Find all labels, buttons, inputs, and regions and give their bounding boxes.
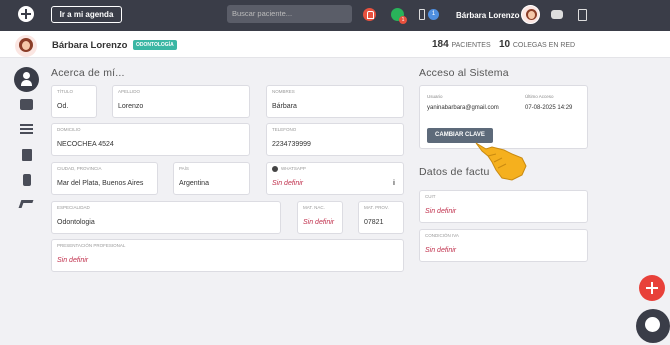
info-icon[interactable]: i xyxy=(393,180,395,187)
field-label: CIUDAD, PROVINCIA xyxy=(57,166,102,171)
list-icon[interactable] xyxy=(20,124,33,134)
profile-avatar xyxy=(15,35,37,57)
field-value: Sin definir xyxy=(272,180,304,187)
patients-count: 184 xyxy=(432,39,449,50)
field-value: 2234739999 xyxy=(272,141,311,148)
field-label: DOMICILIO xyxy=(57,127,81,132)
field-value: Bárbara xyxy=(272,103,297,110)
field-value: Sin definir xyxy=(425,247,457,254)
field-label: APELLIDO xyxy=(118,89,141,94)
whatsapp-badge: 1 xyxy=(399,16,407,24)
notification-badge: 1 xyxy=(428,9,439,20)
field-value: Lorenzo xyxy=(118,103,144,110)
top-bar: Ir a mi agenda Buscar paciente... 1 1 Bá… xyxy=(0,0,670,31)
field-label: MAT. NAC. xyxy=(303,205,325,210)
titulo-field[interactable]: TÍTULO Od. xyxy=(51,85,97,118)
colleagues-count: 10 xyxy=(498,39,511,50)
chat-support-button[interactable] xyxy=(636,309,670,343)
specialty-badge: ODONTOLOGÍA xyxy=(133,40,177,50)
whatsapp-field[interactable]: WHATSAPP Sin definir i xyxy=(266,162,404,195)
field-value: Od. xyxy=(57,103,69,110)
field-value: Argentina xyxy=(179,180,209,187)
field-label: CONDICIÓN IVA xyxy=(425,233,459,238)
field-label-wrap: WHATSAPP xyxy=(272,166,306,172)
field-label: NOMBRES xyxy=(272,89,295,94)
whatsapp-small-icon xyxy=(272,166,278,172)
apellido-field[interactable]: APELLIDO Lorenzo xyxy=(112,85,250,118)
user-icon[interactable] xyxy=(14,67,39,92)
about-title: Acerca de mí... xyxy=(51,67,125,79)
ciudad-field[interactable]: CIUDAD, PROVINCIA Mar del Plata, Buenos … xyxy=(51,162,158,195)
mat-nac-field[interactable]: MAT. NAC. Sin definir xyxy=(297,201,343,234)
field-label: CUIT xyxy=(425,194,436,199)
mat-prov-field[interactable]: MAT. PROV. 07821 xyxy=(358,201,404,234)
profile-name: Bárbara Lorenzo xyxy=(52,40,128,51)
patients-label: PACIENTES xyxy=(451,42,491,49)
field-value: Sin definir xyxy=(425,208,457,215)
colleagues-label: COLEGAS EN RED xyxy=(512,42,576,49)
field-value: NECOCHEA 4524 xyxy=(57,141,114,148)
last-access-value: 07-08-2025 14:29 xyxy=(525,105,573,111)
especialidad-field[interactable]: ESPECIALIDAD Odontologia xyxy=(51,201,281,234)
field-value: Sin definir xyxy=(303,219,335,226)
clipboard-icon[interactable] xyxy=(578,9,587,21)
field-value: Mar del Plata, Buenos Aires xyxy=(57,180,144,187)
last-access-label: Último Acceso xyxy=(525,94,554,99)
add-button[interactable] xyxy=(639,275,665,301)
nombres-field[interactable]: NOMBRES Bárbara xyxy=(266,85,404,118)
plus-icon[interactable] xyxy=(18,6,34,22)
condicion-iva-field[interactable]: CONDICIÓN IVA Sin definir xyxy=(419,229,588,262)
telefono-field[interactable]: TELEFONO 2234739999 xyxy=(266,123,404,156)
search-input[interactable]: Buscar paciente... xyxy=(227,5,352,23)
user-name[interactable]: Bárbara Lorenzo xyxy=(456,11,520,20)
user-label: Usuario xyxy=(427,94,443,99)
field-label: TÍTULO xyxy=(57,89,74,94)
cuit-field[interactable]: CUIT Sin definir xyxy=(419,190,588,223)
pointing-hand-icon xyxy=(475,142,527,181)
chat-icon[interactable] xyxy=(551,10,563,19)
mobile-icon[interactable] xyxy=(23,174,31,186)
field-label: WHATSAPP xyxy=(281,166,306,172)
camera-icon[interactable] xyxy=(20,99,33,110)
domicilio-field[interactable]: DOMICILIO NECOCHEA 4524 xyxy=(51,123,250,156)
field-label: MAT. PROV. xyxy=(364,205,389,210)
field-value: Sin definir xyxy=(57,257,89,264)
field-label: PAÍS xyxy=(179,166,189,171)
building-icon[interactable] xyxy=(22,149,32,161)
profile-stats: 184 PACIENTES 10 COLEGAS EN RED xyxy=(432,39,575,50)
go-to-agenda-button[interactable]: Ir a mi agenda xyxy=(51,6,122,23)
user-email: yaninabarbara@gmail.com xyxy=(427,105,499,111)
bell-icon[interactable] xyxy=(363,8,376,21)
field-label: TELEFONO xyxy=(272,127,297,132)
reply-icon[interactable] xyxy=(18,200,34,208)
pais-field[interactable]: PAÍS Argentina xyxy=(173,162,250,195)
avatar[interactable] xyxy=(521,5,540,24)
field-value: Odontologia xyxy=(57,219,95,226)
access-title: Acceso al Sistema xyxy=(419,67,509,79)
phone-icon[interactable] xyxy=(419,9,425,20)
field-value: 07821 xyxy=(364,219,384,226)
presentacion-field[interactable]: PRESENTACIÓN PROFESIONAL Sin definir xyxy=(51,239,404,272)
field-label: ESPECIALIDAD xyxy=(57,205,90,210)
field-label: PRESENTACIÓN PROFESIONAL xyxy=(57,243,126,248)
